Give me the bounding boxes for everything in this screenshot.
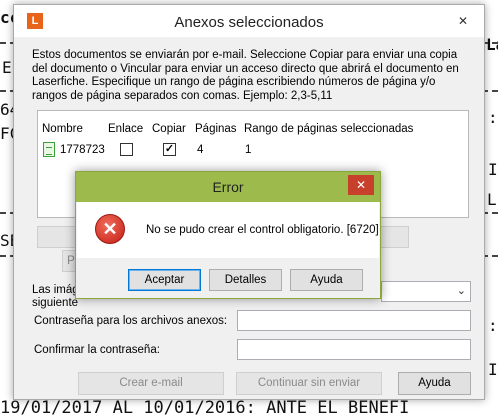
error-help-button[interactable]: Ayuda	[290, 269, 363, 291]
column-header-rango[interactable]: Rango de páginas seleccionadas	[244, 123, 413, 135]
error-icon: ✕	[95, 214, 125, 244]
chevron-down-icon: ⌄	[456, 285, 466, 297]
window-titlebar[interactable]: L Anexos seleccionados ✕	[14, 5, 484, 37]
window-title: Anexos seleccionados	[174, 14, 324, 31]
bg-fragment: La	[486, 35, 498, 54]
window-close-icon[interactable]: ✕	[450, 11, 476, 31]
column-header-nombre[interactable]: Nombre	[42, 123, 83, 135]
bg-fragment: L	[487, 190, 497, 209]
continue-without-sending-button[interactable]: Continuar sin enviar	[236, 372, 382, 395]
row-range[interactable]: 1	[245, 144, 251, 156]
password-label: Contraseña para los archivos anexos:	[34, 315, 228, 327]
error-title: Error	[212, 179, 244, 195]
row-name: 1778723	[60, 144, 105, 156]
instructions-text: Estos documentos se enviarán por e-mail.…	[32, 49, 459, 102]
column-header-paginas[interactable]: Páginas	[195, 123, 237, 135]
error-message: No se pudo crear el control obligatorio.…	[146, 224, 379, 236]
column-header-enlace[interactable]: Enlace	[108, 123, 143, 135]
bg-fragment: :	[488, 108, 498, 127]
error-body: ✕ No se pudo crear el control obligatori…	[77, 202, 379, 258]
copiar-checkbox[interactable]: ✓	[163, 143, 176, 156]
bg-fragment: :	[488, 316, 498, 335]
bg-fragment: 19/01/2017 AL 10/01/2016: ANTE EL BENEFI	[0, 398, 410, 417]
accept-button[interactable]: Aceptar	[128, 269, 201, 291]
partial-label: Las imág	[32, 284, 79, 296]
partial-label-2: siguiente	[32, 297, 79, 309]
password-input[interactable]	[237, 310, 471, 331]
bg-fragment: II	[488, 360, 498, 379]
error-titlebar[interactable]: Error ✕	[76, 172, 380, 202]
create-email-button[interactable]: Crear e-mail	[78, 372, 224, 395]
row-pages: 4	[197, 144, 204, 156]
error-close-icon[interactable]: ✕	[348, 175, 374, 195]
confirm-password-label: Confirmar la contraseña:	[34, 344, 160, 356]
hidden-action-button[interactable]	[37, 226, 77, 248]
enlace-checkbox[interactable]	[120, 143, 133, 156]
error-dialog: Error ✕ ✕ No se pudo crear el control ob…	[75, 171, 381, 299]
bg-fragment: E	[2, 58, 12, 77]
help-button[interactable]: Ayuda	[398, 372, 471, 395]
confirm-password-input[interactable]	[237, 339, 471, 360]
bg-fragment: I	[488, 160, 498, 179]
document-icon	[43, 142, 55, 157]
column-header-copiar[interactable]: Copiar	[152, 123, 186, 135]
details-button[interactable]: Detalles	[209, 269, 282, 291]
options-dropdown[interactable]: ⌄	[381, 281, 471, 302]
